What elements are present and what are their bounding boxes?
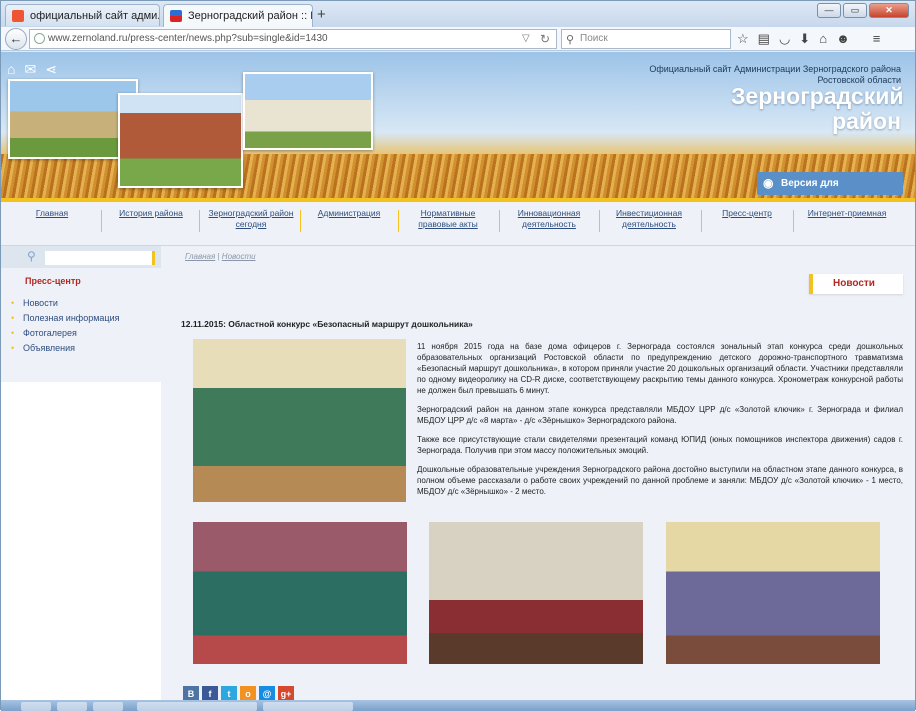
sidebar-menu: Новости Полезная информация Фотогалерея … bbox=[1, 296, 161, 356]
sidebar-search-input[interactable] bbox=[45, 251, 155, 265]
sidebar-section-title: Пресс-центр bbox=[25, 276, 81, 286]
search-icon: ⚲ bbox=[566, 34, 575, 46]
web-page: ⌂ ✉ ⋖ Официальный сайт Администрации Зер… bbox=[1, 52, 915, 700]
window-controls: — ▭ ✕ bbox=[817, 3, 909, 18]
gallery-photo-3[interactable] bbox=[666, 522, 880, 664]
back-button[interactable]: ← bbox=[5, 28, 27, 50]
sidebar: ⚲ Пресс-центр Новости Полезная информаци… bbox=[1, 246, 161, 382]
vk-icon[interactable]: В bbox=[183, 686, 199, 700]
main-content: Главная | Новости Новости 12.11.2015: Об… bbox=[161, 246, 915, 700]
toolbar-icons: ☆ ▤ ◡ ⬇ ⌂ ☻ ≡ bbox=[737, 31, 880, 47]
yandex-favicon-icon bbox=[12, 9, 24, 22]
facebook-icon[interactable]: f bbox=[202, 686, 218, 700]
mail-ru-icon[interactable]: @ bbox=[259, 686, 275, 700]
tab-official-site[interactable]: официальный сайт адми... ✕ bbox=[5, 4, 160, 26]
news-headline: 12.11.2015: Областной конкурс «Безопасны… bbox=[181, 319, 473, 329]
sidebar-item-news[interactable]: Новости bbox=[1, 296, 161, 311]
tab-title: официальный сайт адми... bbox=[30, 9, 160, 22]
menu-item-legal-acts[interactable]: Нормативные правовые акты bbox=[401, 208, 495, 230]
coat-of-arms-favicon-icon bbox=[170, 10, 182, 22]
social-share: В f t o @ g+ bbox=[183, 686, 294, 700]
os-taskbar bbox=[1, 700, 915, 711]
menu-item-press-center[interactable]: Пресс-центр bbox=[719, 208, 775, 219]
menu-item-investment[interactable]: Инвестиционная деятельность bbox=[611, 208, 687, 230]
maximize-button[interactable]: ▭ bbox=[843, 3, 867, 18]
search-icon[interactable]: ⚲ bbox=[27, 249, 36, 263]
bookmark-star-icon[interactable]: ☆ bbox=[737, 31, 749, 47]
menu-item-home[interactable]: Главная bbox=[35, 208, 69, 219]
chat-icon[interactable]: ☻ bbox=[836, 31, 850, 47]
reload-icon[interactable]: ↻ bbox=[540, 30, 550, 48]
home-icon[interactable]: ⌂ bbox=[819, 31, 827, 47]
tab-strip: официальный сайт адми... ✕ Зерноградский… bbox=[1, 1, 915, 27]
back-arrow-icon: ← bbox=[9, 31, 23, 46]
new-tab-button[interactable]: + bbox=[317, 6, 326, 23]
google-plus-icon[interactable]: g+ bbox=[278, 686, 294, 700]
header-photo-3 bbox=[243, 72, 373, 150]
low-vision-version-button[interactable]: ◉ Версия для слабовидящих bbox=[757, 172, 903, 195]
menu-item-history[interactable]: История района bbox=[118, 208, 184, 219]
address-bar[interactable]: www.zernoland.ru/press-center/news.php?s… bbox=[29, 29, 557, 49]
header-photo-2 bbox=[118, 93, 243, 188]
gallery-photo-2[interactable] bbox=[429, 522, 643, 664]
pocket-icon[interactable]: ◡ bbox=[779, 31, 790, 47]
browser-window: официальный сайт адми... ✕ Зерноградский… bbox=[0, 0, 916, 711]
sidebar-item-announcements[interactable]: Объявления bbox=[1, 341, 161, 356]
main-menu: Главная История района Зерноградский рай… bbox=[1, 198, 915, 246]
sidebar-item-useful-info[interactable]: Полезная информация bbox=[1, 311, 161, 326]
header-quick-links: ⌂ ✉ ⋖ bbox=[7, 61, 57, 78]
home-icon[interactable]: ⌂ bbox=[7, 61, 15, 78]
district-title: Зерноградский район bbox=[731, 83, 904, 134]
search-placeholder: Поиск bbox=[580, 33, 608, 44]
minimize-button[interactable]: — bbox=[817, 3, 841, 18]
navigation-bar: ← www.zernoland.ru/press-center/news.php… bbox=[1, 27, 915, 51]
search-input[interactable]: ⚲ Поиск bbox=[561, 29, 731, 49]
news-photo-main[interactable] bbox=[193, 339, 406, 502]
gallery-photo-1[interactable] bbox=[193, 522, 407, 664]
news-paragraph: Дошкольные образовательные учреждения Зе… bbox=[417, 465, 903, 496]
reading-list-icon[interactable]: ▤ bbox=[758, 31, 770, 47]
dropdown-arrow-icon[interactable]: ▽ bbox=[522, 30, 530, 48]
sidebar-item-gallery[interactable]: Фотогалерея bbox=[1, 326, 161, 341]
menu-item-administration[interactable]: Администрация bbox=[317, 208, 381, 219]
sidebar-search: ⚲ bbox=[1, 246, 161, 268]
news-body: 11 ноября 2015 года на базе дома офицеро… bbox=[417, 341, 903, 505]
url-text: www.zernoland.ru/press-center/news.php?s… bbox=[48, 33, 328, 44]
tab-title: Зерноградский район :: Н... bbox=[188, 10, 312, 22]
breadcrumb-home[interactable]: Главная bbox=[185, 252, 215, 261]
menu-item-innovation[interactable]: Инновационная деятельность bbox=[511, 208, 587, 230]
news-paragraph: 11 ноября 2015 года на базе дома офицеро… bbox=[417, 342, 903, 395]
section-title: Новости bbox=[809, 274, 903, 294]
sitemap-icon[interactable]: ⋖ bbox=[45, 61, 57, 78]
menu-icon[interactable]: ≡ bbox=[873, 31, 881, 47]
tab-zernograd-news[interactable]: Зерноградский район :: Н... ✕ bbox=[163, 4, 313, 27]
menu-item-internet-reception[interactable]: Интернет-приемная bbox=[805, 208, 889, 219]
globe-icon bbox=[34, 33, 45, 44]
breadcrumb: Главная | Новости bbox=[185, 252, 256, 261]
low-vision-label: Версия для слабовидящих bbox=[781, 178, 839, 189]
menu-item-district-today[interactable]: Зерноградский район сегодня bbox=[207, 208, 295, 230]
site-header-banner: ⌂ ✉ ⋖ Официальный сайт Администрации Зер… bbox=[1, 52, 915, 198]
eye-icon: ◉ bbox=[763, 176, 774, 190]
news-paragraph: Зерноградский район на данном этапе конк… bbox=[417, 405, 903, 425]
close-window-button[interactable]: ✕ bbox=[869, 3, 909, 18]
breadcrumb-news[interactable]: Новости bbox=[222, 252, 256, 261]
mail-icon[interactable]: ✉ bbox=[24, 61, 36, 78]
download-icon[interactable]: ⬇ bbox=[799, 31, 810, 47]
news-paragraph: Также все присутствующие стали свидетеля… bbox=[417, 435, 903, 455]
twitter-icon[interactable]: t bbox=[221, 686, 237, 700]
odnoklassniki-icon[interactable]: o bbox=[240, 686, 256, 700]
